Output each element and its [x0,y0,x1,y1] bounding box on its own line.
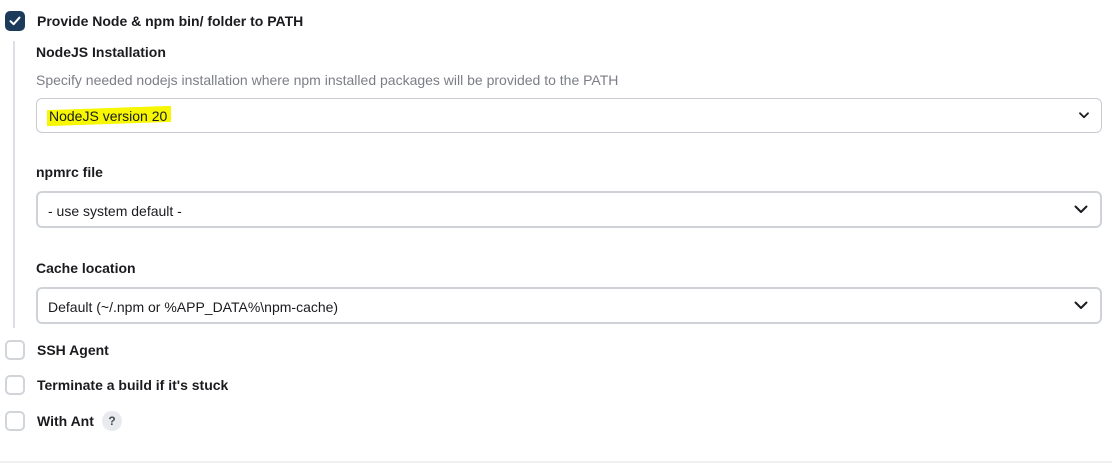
help-icon[interactable]: ? [102,411,122,431]
nodejs-installation-selected-text: NodeJS version 20 [49,108,168,125]
npmrc-file-select[interactable]: - use system default - [36,191,1102,228]
section-divider [0,461,1112,463]
nodejs-path-checkbox-label[interactable]: Provide Node & npm bin/ folder to PATH [37,13,303,29]
nodejs-path-checkbox[interactable] [5,11,25,31]
npmrc-file-label: npmrc file [36,164,103,180]
nodejs-installation-select[interactable]: NodeJS version 20 [36,98,1102,133]
checkmark-icon [9,16,21,26]
chevron-down-icon [1074,301,1088,309]
with-ant-checkbox[interactable] [5,411,25,431]
terminate-stuck-build-label[interactable]: Terminate a build if it's stuck [37,377,228,393]
nodejs-installation-label: NodeJS Installation [36,44,166,60]
npmrc-file-selected-value: - use system default - [48,203,182,219]
with-ant-label[interactable]: With Ant [37,413,94,429]
nodejs-installation-description: Specify needed nodejs installation where… [36,72,619,88]
chevron-down-icon [1079,112,1089,119]
cache-location-selected-value: Default (~/.npm or %APP_DATA%\npm-cache) [48,299,339,315]
nested-section-indicator [13,41,15,328]
nodejs-installation-selected-value: NodeJS version 20 [47,105,172,127]
build-environment-panel: Provide Node & npm bin/ folder to PATH N… [0,0,1112,471]
ssh-agent-label[interactable]: SSH Agent [37,342,109,358]
chevron-down-icon [1074,205,1088,213]
ssh-agent-checkbox[interactable] [5,340,25,360]
cache-location-label: Cache location [36,260,136,276]
cache-location-select[interactable]: Default (~/.npm or %APP_DATA%\npm-cache) [36,287,1102,324]
terminate-stuck-build-checkbox[interactable] [5,375,25,395]
